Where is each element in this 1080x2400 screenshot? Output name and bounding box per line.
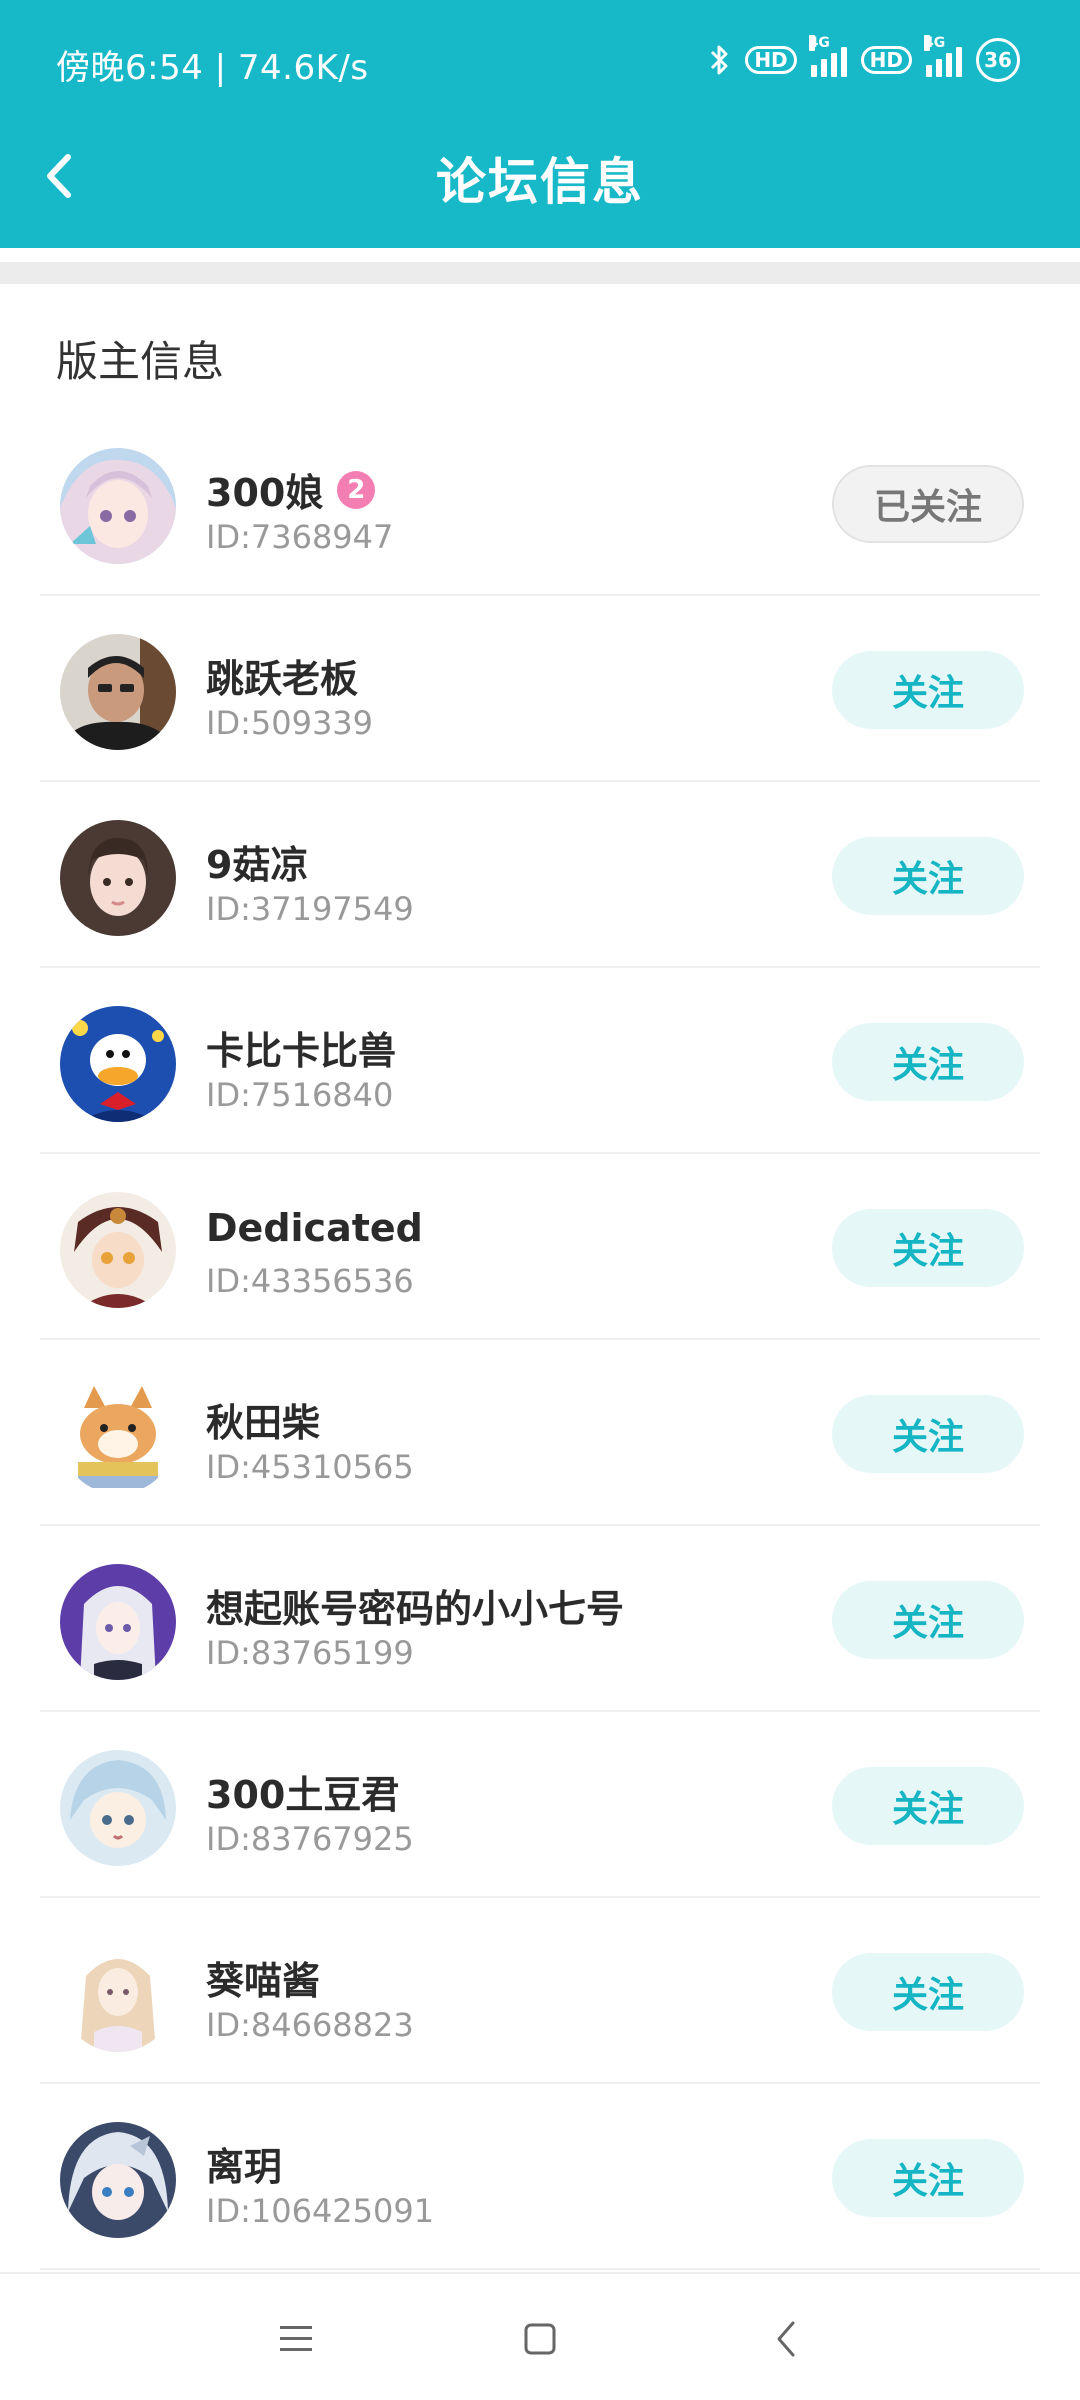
moderator-name: 卡比卡比兽 — [206, 1029, 397, 1073]
network-type-label: 4G — [808, 35, 830, 51]
moderator-name: Dedicated — [206, 1206, 423, 1250]
avatar[interactable] — [60, 1192, 176, 1308]
battery-icon: 36 — [976, 38, 1020, 82]
home-icon — [524, 2323, 556, 2355]
avatar[interactable] — [60, 634, 176, 750]
avatar[interactable] — [60, 448, 176, 564]
system-nav-bar — [0, 2272, 1080, 2400]
name-line: Dedicated — [206, 1206, 423, 1250]
moderator-name: 300娘 — [206, 471, 324, 515]
status-time: 傍晚6:54 | 74.6K/s — [56, 48, 369, 88]
follow-button[interactable]: 关注 — [832, 1953, 1024, 2031]
nav-bar: 论坛信息 — [0, 126, 1080, 248]
moderator-id: ID:84668823 — [206, 2006, 414, 2044]
avatar[interactable] — [60, 1378, 176, 1494]
hd-badge: HD — [745, 46, 797, 74]
menu-icon — [280, 2326, 312, 2351]
moderator-row[interactable]: 想起账号密码的小小七号 ID:83765199 关注 — [40, 1526, 1040, 1712]
home-button[interactable] — [510, 2314, 570, 2364]
status-icons: HD 4G HD 4G 36 — [709, 35, 1020, 82]
name-line: 卡比卡比兽 — [206, 1020, 396, 1075]
moderator-row[interactable]: 跳跃老板 ID:509339 关注 — [40, 596, 1040, 782]
moderator-row[interactable]: 300娘 2 ID:7368947 已关注 — [40, 410, 1040, 596]
moderator-name: 葵喵酱 — [206, 1959, 321, 2003]
back-icon — [777, 2321, 795, 2357]
moderator-name: 跳跃老板 — [206, 657, 359, 701]
moderator-list: 300娘 2 ID:7368947 已关注 跳跃老板 ID:509339 关注 — [40, 410, 1040, 2270]
moderator-id: ID:509339 — [206, 704, 374, 742]
section-title: 版主信息 — [56, 337, 225, 386]
avatar[interactable] — [60, 820, 176, 936]
moderator-id: ID:7516840 — [206, 1076, 394, 1114]
divider — [0, 262, 1080, 284]
moderator-id: ID:7368947 — [206, 518, 394, 556]
follow-button[interactable]: 关注 — [832, 1581, 1024, 1659]
moderator-name: 9菇凉 — [206, 843, 309, 887]
avatar[interactable] — [60, 1006, 176, 1122]
name-line: 想起账号密码的小小七号 — [206, 1578, 624, 1633]
avatar[interactable] — [60, 1750, 176, 1866]
signal-icon: 4G — [924, 35, 962, 77]
moderator-row[interactable]: 300土豆君 ID:83767925 关注 — [40, 1712, 1040, 1898]
follow-button[interactable]: 关注 — [832, 651, 1024, 729]
avatar[interactable] — [60, 2122, 176, 2238]
signal-icon: 4G — [808, 35, 847, 77]
moderator-name: 想起账号密码的小小七号 — [206, 1587, 625, 1631]
level-badge: 2 — [337, 470, 376, 509]
follow-button[interactable]: 关注 — [832, 1767, 1024, 1845]
system-back-button[interactable] — [756, 2314, 816, 2364]
bluetooth-icon — [709, 43, 731, 77]
follow-button[interactable]: 关注 — [832, 837, 1024, 915]
name-line: 300娘 2 — [206, 462, 376, 517]
moderator-row[interactable]: Dedicated ID:43356536 关注 — [40, 1154, 1040, 1340]
moderator-id: ID:43356536 — [206, 1262, 414, 1300]
page-title: 论坛信息 — [436, 153, 644, 211]
menu-button[interactable] — [266, 2314, 326, 2364]
follow-button[interactable]: 关注 — [832, 2139, 1024, 2217]
avatar[interactable] — [60, 1564, 176, 1680]
hd-badge: HD — [860, 46, 912, 74]
status-bar: 傍晚6:54 | 74.6K/s HD 4G HD 4G 36 — [0, 0, 1080, 126]
network-type-label: 4G — [924, 35, 946, 51]
moderator-name: 300土豆君 — [206, 1773, 400, 1817]
follow-button[interactable]: 关注 — [832, 1395, 1024, 1473]
name-line: 跳跃老板 — [206, 648, 358, 703]
moderator-row[interactable]: 秋田柴 ID:45310565 关注 — [40, 1340, 1040, 1526]
moderator-row[interactable]: 9菇凉 ID:37197549 关注 — [40, 782, 1040, 968]
moderator-id: ID:83767925 — [206, 1820, 414, 1858]
follow-button[interactable]: 关注 — [832, 1209, 1024, 1287]
moderator-row[interactable]: 葵喵酱 ID:84668823 关注 — [40, 1898, 1040, 2084]
name-line: 300土豆君 — [206, 1764, 399, 1819]
name-line: 葵喵酱 — [206, 1950, 320, 2005]
moderator-id: ID:106425091 — [206, 2192, 435, 2230]
name-line: 9菇凉 — [206, 834, 308, 889]
moderator-id: ID:37197549 — [206, 890, 414, 928]
moderator-row[interactable]: 离玥 ID:106425091 关注 — [40, 2084, 1040, 2270]
moderator-id: ID:45310565 — [206, 1448, 414, 1486]
moderator-row[interactable]: 卡比卡比兽 ID:7516840 关注 — [40, 968, 1040, 1154]
follow-button[interactable]: 关注 — [832, 1023, 1024, 1101]
name-line: 离玥 — [206, 2136, 282, 2191]
app-header: 傍晚6:54 | 74.6K/s HD 4G HD 4G 36 论坛信息 — [0, 0, 1080, 248]
name-line: 秋田柴 — [206, 1392, 320, 1447]
followed-button[interactable]: 已关注 — [832, 465, 1024, 543]
avatar[interactable] — [60, 1936, 176, 2052]
moderator-id: ID:83765199 — [206, 1634, 414, 1672]
moderator-name: 秋田柴 — [206, 1401, 321, 1445]
moderator-name: 离玥 — [206, 2145, 283, 2189]
